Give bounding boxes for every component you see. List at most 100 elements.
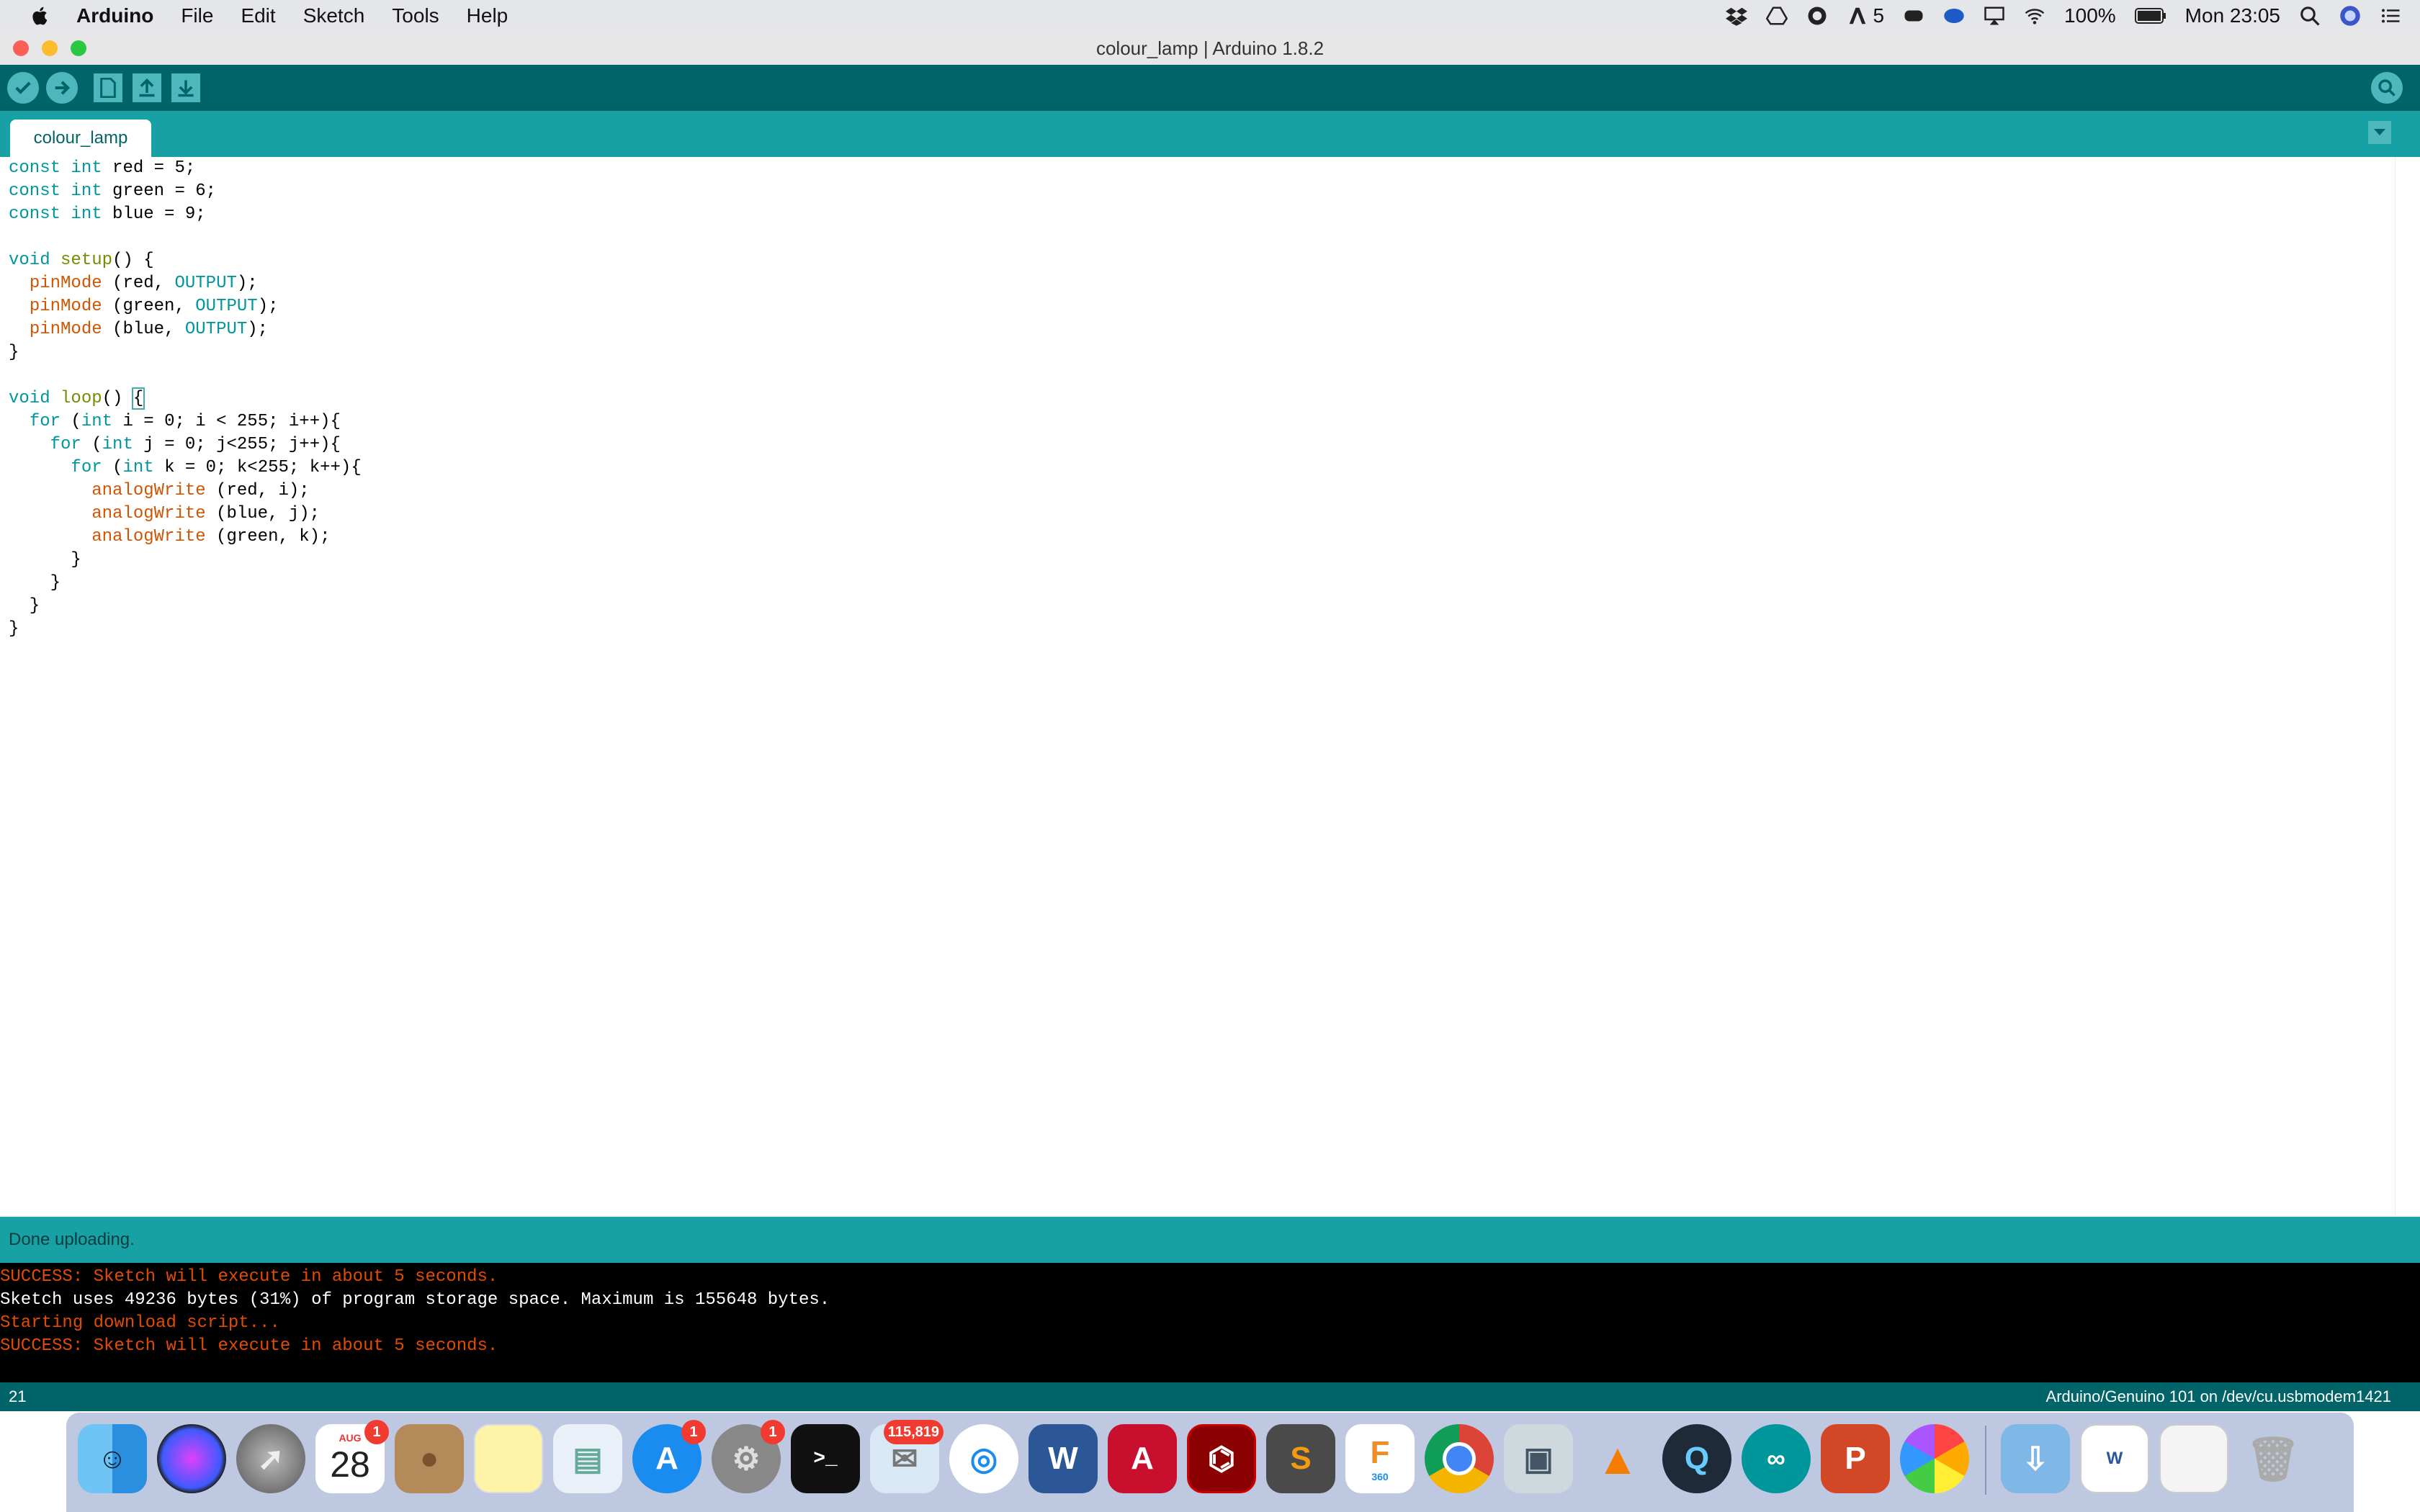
window-titlebar[interactable]: colour_lamp | Arduino 1.8.2 (0, 32, 2420, 66)
code-line[interactable]: } (9, 549, 362, 572)
photos-icon[interactable] (1900, 1424, 1969, 1493)
gamepad-icon[interactable] (1903, 5, 1924, 27)
safari-icon[interactable]: ◎ (949, 1424, 1018, 1493)
record-icon[interactable] (1806, 5, 1828, 27)
code-line[interactable]: for (int k = 0; k<255; k++){ (9, 456, 361, 480)
word-icon[interactable]: W (1028, 1424, 1098, 1493)
image-capture-icon[interactable]: ▣ (1504, 1424, 1573, 1493)
calendar-month: AUG (339, 1432, 362, 1444)
siri-icon[interactable] (2339, 5, 2361, 27)
code-line[interactable]: } (9, 618, 362, 641)
code-line[interactable]: pinMode (blue, OUTPUT); (9, 318, 362, 341)
menu-tools[interactable]: Tools (392, 4, 439, 27)
text-cursor: { (131, 387, 145, 410)
menu-app-name[interactable]: Arduino (76, 4, 153, 27)
mail-badge: 115,819 (883, 1420, 944, 1444)
menu-help[interactable]: Help (467, 4, 508, 27)
zoom-window-button[interactable] (71, 40, 86, 56)
code-line[interactable]: analogWrite (red, i); (9, 480, 362, 503)
code-line[interactable]: analogWrite (green, k); (9, 526, 362, 549)
code-line[interactable]: } (9, 341, 362, 364)
chrome-icon[interactable] (1425, 1424, 1494, 1493)
save-icon (178, 80, 194, 97)
code-editor[interactable]: const int red = 5; const int green = 6; co… (0, 157, 2396, 1215)
code-line[interactable]: } (9, 595, 362, 618)
autocad-icon[interactable]: A (1108, 1424, 1177, 1493)
calendar-icon[interactable]: AUG 28 1 (315, 1420, 389, 1493)
editor-scrollbar[interactable] (2395, 157, 2420, 1215)
siri-icon[interactable] (157, 1424, 226, 1493)
system-preferences-icon[interactable]: ⚙ 1 (712, 1420, 785, 1493)
screenshots-stack-icon[interactable] (2159, 1424, 2228, 1493)
code-line[interactable]: } (9, 572, 362, 595)
console-line: Starting download script... (0, 1313, 280, 1333)
console-output[interactable]: SUCCESS: Sketch will execute in about 5 … (0, 1263, 2420, 1382)
tab-menu-button[interactable] (2368, 121, 2391, 144)
serial-monitor-button[interactable] (2371, 72, 2403, 104)
menu-file[interactable]: File (181, 4, 213, 27)
acrobat-icon[interactable]: ⌬ (1187, 1424, 1256, 1493)
notification-center-icon[interactable] (2380, 5, 2401, 27)
clock[interactable]: Mon 23:05 (2185, 4, 2280, 27)
dropbox-icon[interactable] (1726, 5, 1748, 27)
bottom-bar: 21 Arduino/Genuino 101 on /dev/cu.usbmod… (0, 1382, 2420, 1411)
code-line[interactable]: void loop() { (9, 387, 362, 410)
menu-sketch[interactable]: Sketch (303, 4, 365, 27)
notes-icon[interactable] (474, 1424, 543, 1493)
finder-icon[interactable]: ☺ (78, 1424, 147, 1493)
verify-button[interactable] (7, 72, 39, 104)
code-text[interactable]: const int red = 5; const int green = 6; co… (9, 157, 362, 641)
code-line[interactable] (9, 364, 362, 387)
code-line[interactable]: for (int i = 0; i < 255; i++){ (9, 410, 362, 433)
apple-icon[interactable] (29, 4, 52, 27)
battery-percent: 100% (2064, 4, 2116, 27)
code-line[interactable] (9, 226, 362, 249)
trash-icon[interactable]: 🗑 (2238, 1424, 2308, 1493)
tab-colour-lamp[interactable]: colour_lamp (10, 120, 151, 157)
adobe-notifications[interactable]: 5 (1847, 4, 1884, 27)
status-bar: Done uploading. (0, 1217, 2420, 1263)
code-line[interactable]: pinMode (green, OUTPUT); (9, 295, 362, 318)
dock-divider (1985, 1426, 1986, 1495)
fusion-360-label: 360 (1371, 1471, 1389, 1482)
code-line[interactable]: const int green = 6; (9, 180, 362, 203)
sublime-text-icon[interactable]: S (1266, 1424, 1335, 1493)
spotlight-icon[interactable] (2299, 5, 2321, 27)
code-line[interactable]: const int blue = 9; (9, 203, 362, 226)
open-sketch-button[interactable] (133, 73, 161, 102)
new-sketch-button[interactable] (94, 73, 122, 102)
app-store-icon[interactable]: A1 (632, 1420, 706, 1493)
launchpad-icon[interactable]: ➚ (236, 1424, 305, 1493)
code-line[interactable]: for (int j = 0; j<255; j++){ (9, 433, 362, 456)
drive-icon[interactable] (1766, 5, 1788, 27)
airplay-icon[interactable] (1984, 5, 2005, 27)
code-line[interactable]: analogWrite (blue, j); (9, 503, 362, 526)
battery-icon[interactable] (2134, 6, 2166, 25)
terminal-icon[interactable]: >_ (791, 1424, 860, 1493)
arduino-icon[interactable]: ∞ (1742, 1424, 1811, 1493)
document-stack-icon[interactable]: W (2080, 1424, 2149, 1493)
menu-edit[interactable]: Edit (241, 4, 275, 27)
window-title: colour_lamp | Arduino 1.8.2 (1095, 37, 1325, 59)
app-store-badge: 1 (681, 1420, 706, 1444)
console-line: Sketch uses 49236 bytes (31%) of program… (0, 1290, 830, 1310)
sync-icon[interactable] (1943, 5, 1965, 27)
vlc-icon[interactable]: ▲ (1583, 1424, 1652, 1493)
notification-count: 5 (1873, 4, 1885, 27)
wifi-icon[interactable] (2024, 5, 2045, 27)
downloads-folder-icon[interactable]: ⇩ (2001, 1424, 2070, 1493)
fusion-360-icon[interactable]: F 360 (1345, 1424, 1415, 1493)
code-line[interactable]: pinMode (red, OUTPUT); (9, 272, 362, 295)
upload-button[interactable] (46, 72, 78, 104)
save-sketch-button[interactable] (171, 73, 200, 102)
minimize-window-button[interactable] (42, 40, 58, 56)
close-window-button[interactable] (13, 40, 29, 56)
contacts-icon[interactable]: ● (395, 1424, 464, 1493)
mail-icon[interactable]: ✉ 115,819 (870, 1420, 944, 1493)
dock: ☺ ➚ AUG 28 1 ● ▤ A1 ⚙ 1 >_ ✉ 115,819 ◎ W A… (66, 1413, 2354, 1512)
quicktime-icon[interactable]: Q (1662, 1424, 1731, 1493)
preview-icon[interactable]: ▤ (553, 1424, 622, 1493)
code-line[interactable]: void setup() { (9, 249, 362, 272)
powerpoint-icon[interactable]: P (1821, 1424, 1890, 1493)
code-line[interactable]: const int red = 5; (9, 157, 362, 180)
